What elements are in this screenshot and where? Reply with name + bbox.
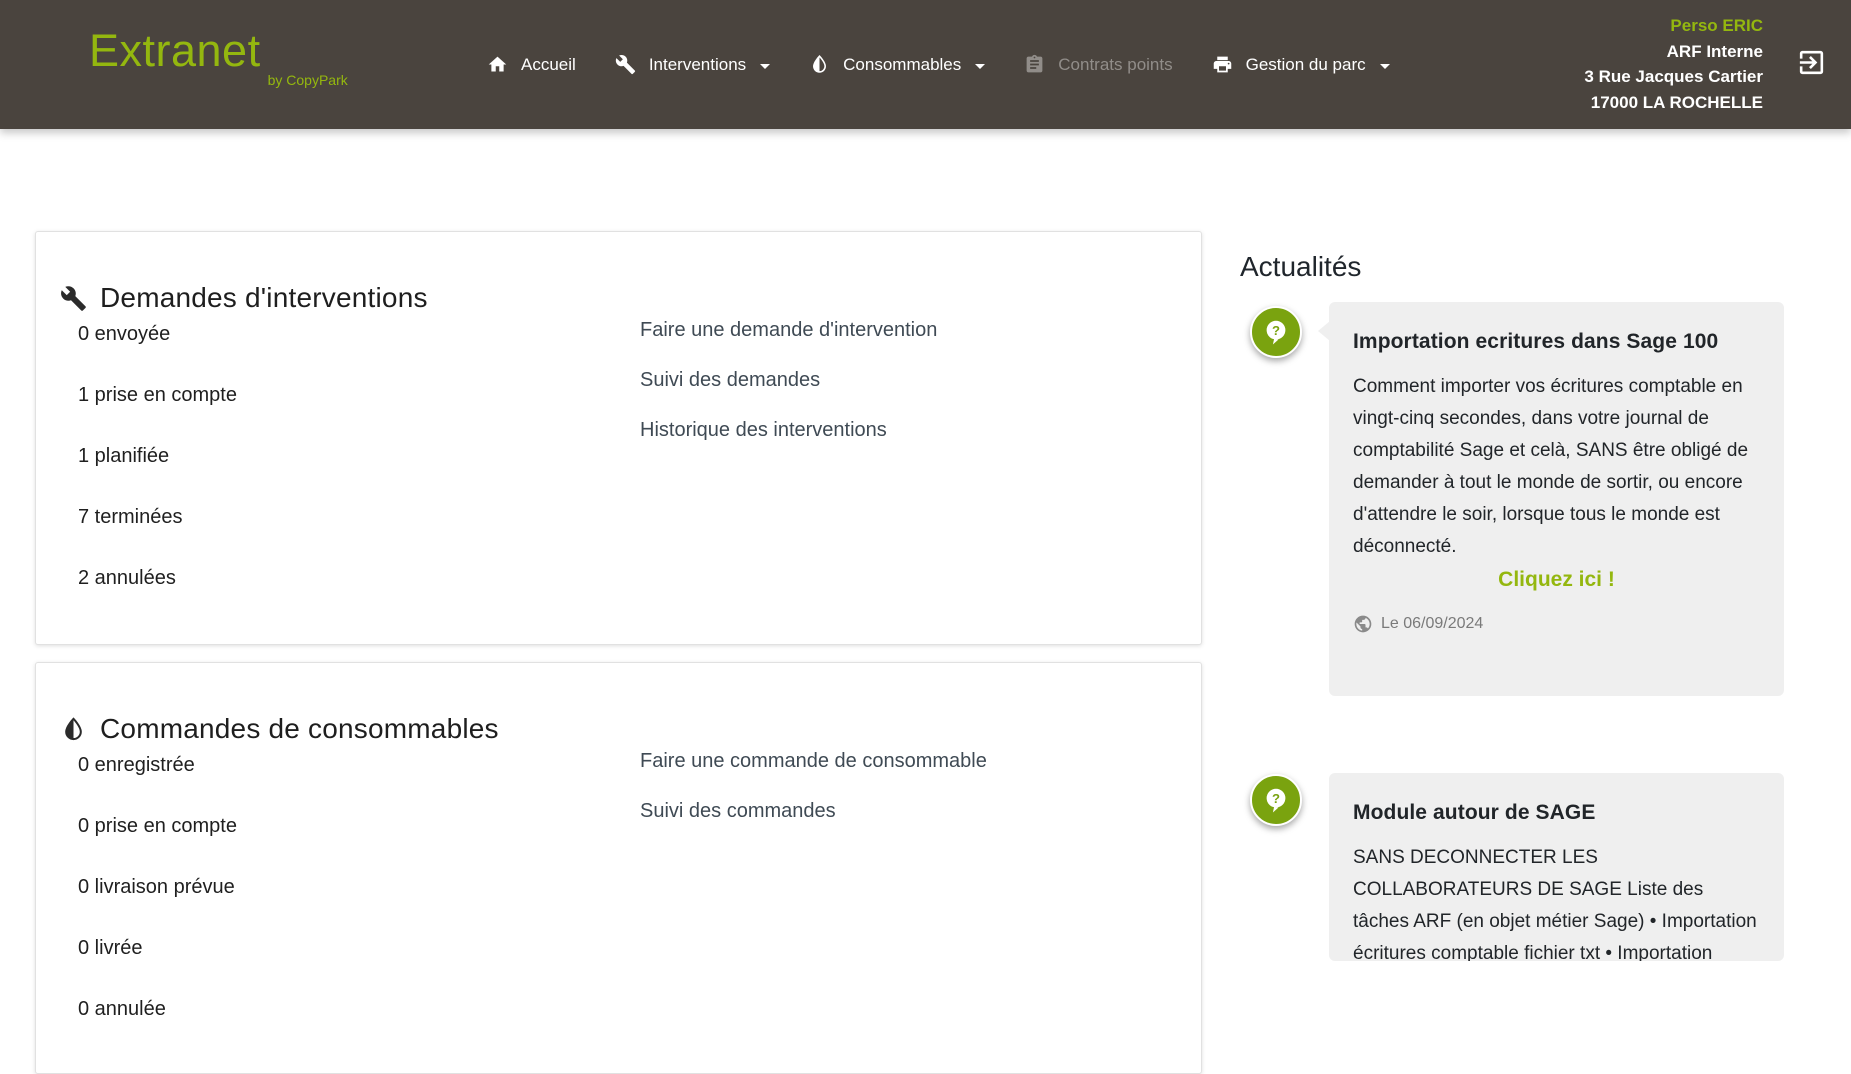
consommables-links: Faire une commande de consommable Suivi … <box>640 749 987 849</box>
link-suivi-commandes[interactable]: Suivi des commandes <box>640 799 987 823</box>
news-card-importation-sage: Importation ecritures dans Sage 100 Comm… <box>1329 302 1784 696</box>
nav-item-label: Interventions <box>649 55 746 75</box>
nav-item-label: Gestion du parc <box>1246 55 1366 75</box>
link-faire-commande-consommable[interactable]: Faire une commande de consommable <box>640 749 987 773</box>
account-address-line2: 17000 LA ROCHELLE <box>1584 90 1763 116</box>
brand-name: Extranet <box>89 26 261 76</box>
news-card-link[interactable]: Cliquez ici ! <box>1353 568 1760 592</box>
stat-annulee: 0 annulée <box>78 997 237 1021</box>
link-historique-interventions[interactable]: Historique des interventions <box>640 418 937 442</box>
question-bubble-icon: ? <box>1250 774 1302 826</box>
wrench-icon <box>615 54 636 75</box>
globe-icon <box>1353 614 1373 634</box>
wrench-icon <box>60 285 87 312</box>
news-card-body: SANS DECONNECTER LES COLLABORATEURS DE S… <box>1353 842 1760 961</box>
link-suivi-demandes[interactable]: Suivi des demandes <box>640 368 937 392</box>
account-name: Perso ERIC <box>1584 13 1763 39</box>
svg-text:?: ? <box>1272 323 1280 338</box>
news-card-date: Le 06/09/2024 <box>1381 615 1483 633</box>
news-card-date-row: Le 06/09/2024 <box>1353 614 1760 634</box>
news-card-title: Module autour de SAGE <box>1353 801 1760 825</box>
news-card-title: Importation ecritures dans Sage 100 <box>1353 330 1760 354</box>
news-card-body: Comment importer vos écritures comptable… <box>1353 371 1760 563</box>
consommables-panel: Commandes de consommables 0 enregistrée … <box>35 662 1202 1074</box>
stat-livree: 0 livrée <box>78 936 237 960</box>
nav-item-label: Accueil <box>521 55 576 75</box>
logout-icon <box>1796 47 1827 78</box>
nav-item-label: Consommables <box>843 55 961 75</box>
account-company: ARF Interne <box>1584 39 1763 65</box>
nav-item-accueil[interactable]: Accueil <box>487 54 576 75</box>
nav-item-contrats-points: Contrats points <box>1024 54 1172 75</box>
account-info: Perso ERIC ARF Interne 3 Rue Jacques Car… <box>1584 13 1763 115</box>
news-section-title: Actualités <box>1240 251 1361 283</box>
interventions-panel: Demandes d'interventions 0 envoyée 1 pri… <box>35 231 1202 645</box>
page: Extranet by CopyPark Accueil Interventio… <box>0 0 1851 1005</box>
panel-title: Demandes d'interventions <box>100 282 428 314</box>
stat-livraison-prevue: 0 livraison prévue <box>78 875 237 899</box>
link-faire-demande-intervention[interactable]: Faire une demande d'intervention <box>640 318 937 342</box>
brand-logo: Extranet by CopyPark <box>89 26 348 76</box>
svg-text:?: ? <box>1272 791 1280 806</box>
stat-prise-en-compte: 1 prise en compte <box>78 383 237 407</box>
droplet-icon <box>60 716 87 743</box>
stat-terminees: 7 terminées <box>78 505 237 529</box>
brand-byline: by CopyPark <box>268 72 348 88</box>
stat-planifiee: 1 planifiée <box>78 444 237 468</box>
interventions-links: Faire une demande d'intervention Suivi d… <box>640 318 937 468</box>
stat-enregistree: 0 enregistrée <box>78 753 237 777</box>
droplet-icon <box>809 54 830 75</box>
stat-annulees: 2 annulées <box>78 566 237 590</box>
stat-prise-en-compte: 0 prise en compte <box>78 814 237 838</box>
interventions-stats: 0 envoyée 1 prise en compte 1 planifiée … <box>78 322 237 627</box>
logout-button[interactable] <box>1796 47 1827 78</box>
nav-item-gestion-du-parc[interactable]: Gestion du parc <box>1212 54 1390 75</box>
home-icon <box>487 54 508 75</box>
chevron-down-icon <box>1380 64 1390 69</box>
printer-icon <box>1212 54 1233 75</box>
stat-envoyee: 0 envoyée <box>78 322 237 346</box>
panel-title: Commandes de consommables <box>100 713 499 745</box>
nav-item-label: Contrats points <box>1058 55 1172 75</box>
nav-item-interventions[interactable]: Interventions <box>615 54 770 75</box>
account-address-line1: 3 Rue Jacques Cartier <box>1584 64 1763 90</box>
clipboard-icon <box>1024 54 1045 75</box>
top-navigation-bar: Extranet by CopyPark Accueil Interventio… <box>0 0 1851 129</box>
question-bubble-icon: ? <box>1250 306 1302 358</box>
main-navigation: Accueil Interventions Consommables Contr… <box>487 0 1390 129</box>
chevron-down-icon <box>975 64 985 69</box>
news-card-module-sage: Module autour de SAGE SANS DECONNECTER L… <box>1329 773 1784 961</box>
consommables-stats: 0 enregistrée 0 prise en compte 0 livrai… <box>78 753 237 1058</box>
chevron-down-icon <box>760 64 770 69</box>
nav-item-consommables[interactable]: Consommables <box>809 54 985 75</box>
